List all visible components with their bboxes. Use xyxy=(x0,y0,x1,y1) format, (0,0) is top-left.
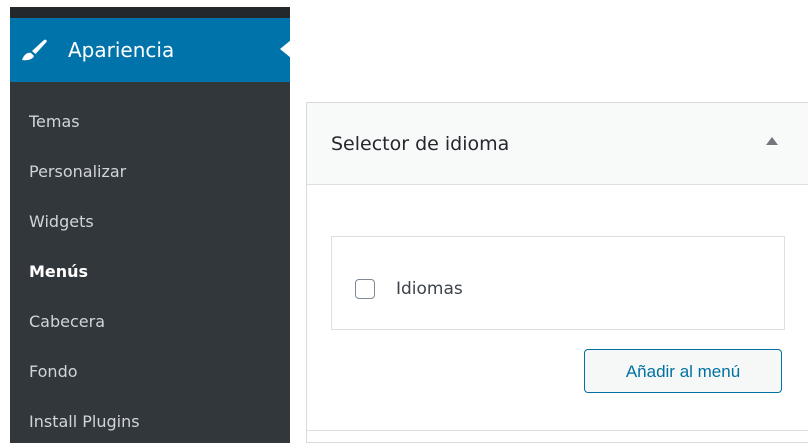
admin-sidebar: Apariencia Temas Personalizar Widgets Me… xyxy=(10,7,291,443)
idiomas-checkbox[interactable] xyxy=(355,279,375,299)
menu-item-label: Apariencia xyxy=(68,38,175,62)
panel-divider xyxy=(307,430,808,431)
add-to-menu-button[interactable]: Añadir al menú xyxy=(584,349,782,393)
submenu-item-cabecera[interactable]: Cabecera xyxy=(29,312,105,332)
paintbrush-icon xyxy=(20,38,48,62)
submenu-item-personalizar[interactable]: Personalizar xyxy=(29,162,126,182)
current-menu-pointer xyxy=(280,40,291,58)
submenu-item-fondo[interactable]: Fondo xyxy=(29,362,78,382)
wp-admin-menus-screen: Apariencia Temas Personalizar Widgets Me… xyxy=(0,0,808,443)
checklist-box: Idiomas xyxy=(331,236,785,330)
submenu-item-install-plugins[interactable]: Install Plugins xyxy=(29,412,140,432)
submenu-item-widgets[interactable]: Widgets xyxy=(29,212,94,232)
panel-title: Selector de idioma xyxy=(331,133,510,155)
submenu-item-menus[interactable]: Menús xyxy=(29,262,88,282)
submenu-item-temas[interactable]: Temas xyxy=(29,112,80,132)
menu-item-apariencia[interactable]: Apariencia xyxy=(10,18,291,82)
panel-header[interactable]: Selector de idioma xyxy=(307,103,808,185)
appearance-submenu: Temas Personalizar Widgets Menús Cabecer… xyxy=(10,82,290,443)
language-selector-panel: Selector de idioma Idiomas Añadir al men… xyxy=(306,102,808,443)
triangle-up-icon[interactable] xyxy=(766,137,778,145)
idiomas-checkbox-label[interactable]: Idiomas xyxy=(396,278,463,300)
